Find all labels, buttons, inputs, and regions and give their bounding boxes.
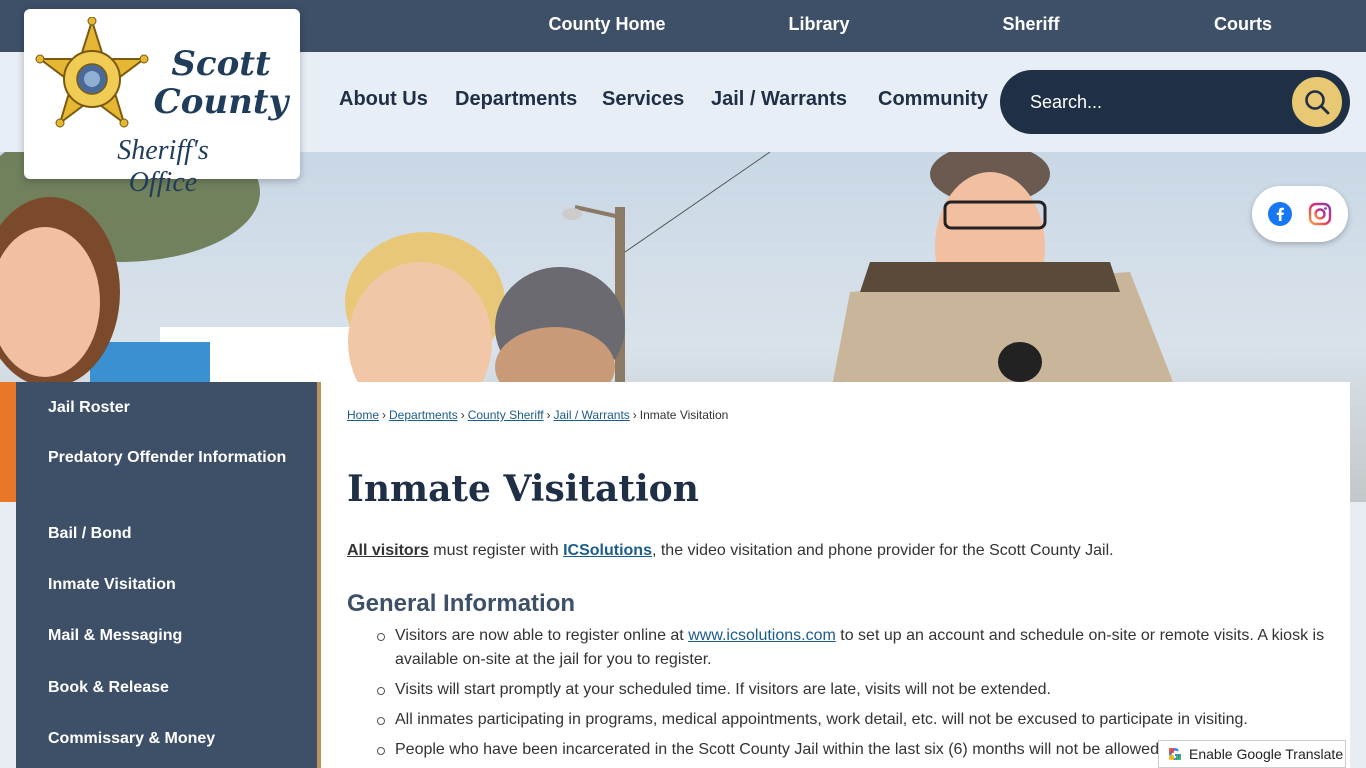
breadcrumb: Home › Departments › County Sheriff › Jail / W… bbox=[347, 408, 728, 422]
breadcrumb-separator: › bbox=[382, 408, 387, 422]
list-item: Visitors are now able to register online… bbox=[377, 624, 1327, 672]
nav-departments[interactable]: Departments bbox=[455, 88, 577, 111]
intro-text-2: , the video visitation and phone provide… bbox=[651, 542, 1114, 559]
intro-text-1: must register with bbox=[428, 542, 564, 559]
top-nav-county-home[interactable]: County Home bbox=[549, 14, 666, 35]
icsolutions-link[interactable]: ICSolutions bbox=[563, 542, 652, 559]
breadcrumb-separator: › bbox=[546, 408, 551, 422]
sidebar-item-predatory-offender[interactable]: Predatory Offender Information bbox=[48, 446, 298, 470]
nav-jail-warrants[interactable]: Jail / Warrants bbox=[711, 88, 847, 111]
breadcrumb-jail-warrants[interactable]: Jail / Warrants bbox=[554, 408, 630, 422]
sidebar-nav: Jail Roster Predatory Offender Informati… bbox=[16, 382, 321, 768]
sheriff-badge-icon bbox=[35, 17, 149, 128]
facebook-icon[interactable] bbox=[1268, 202, 1292, 226]
site-logo[interactable]: Scott County Sheriff's Office bbox=[24, 9, 300, 198]
top-nav-sheriff[interactable]: Sheriff bbox=[1002, 14, 1059, 35]
page-title: Inmate Visitation bbox=[347, 468, 699, 510]
main-content: Home › Departments › County Sheriff › Jail / W… bbox=[321, 382, 1350, 768]
breadcrumb-departments[interactable]: Departments bbox=[389, 408, 458, 422]
sidebar-item-commissary-money[interactable]: Commissary & Money bbox=[48, 727, 298, 751]
breadcrumb-current: Inmate Visitation bbox=[639, 408, 729, 422]
search-icon bbox=[1305, 90, 1330, 115]
search-button[interactable] bbox=[1290, 75, 1344, 129]
sidebar-item-bail-bond[interactable]: Bail / Bond bbox=[48, 522, 298, 546]
icsolutions-url-link[interactable]: www.icsolutions.com bbox=[688, 627, 836, 644]
google-translate-label: Enable Google Translate bbox=[1189, 746, 1344, 762]
breadcrumb-separator: › bbox=[632, 408, 637, 422]
logo-subtitle: Sheriff's Office bbox=[117, 135, 209, 198]
top-nav-courts[interactable]: Courts bbox=[1214, 14, 1272, 35]
all-visitors-link[interactable]: All visitors bbox=[347, 542, 429, 559]
intro-paragraph: All visitors must register with ICSoluti… bbox=[347, 542, 1114, 560]
social-links bbox=[1252, 186, 1348, 242]
list-item: Visits will start promptly at your sched… bbox=[377, 678, 1327, 702]
sidebar-item-mail-messaging[interactable]: Mail & Messaging bbox=[48, 624, 298, 648]
section-heading: General Information bbox=[347, 590, 576, 617]
list-item: All inmates participating in programs, m… bbox=[377, 708, 1327, 732]
nav-about-us[interactable]: About Us bbox=[339, 88, 428, 111]
breadcrumb-home[interactable]: Home bbox=[347, 408, 379, 422]
sidebar-item-inmate-visitation[interactable]: Inmate Visitation bbox=[48, 573, 298, 597]
nav-services[interactable]: Services bbox=[602, 88, 684, 111]
google-translate-icon bbox=[1167, 746, 1183, 762]
search-input[interactable] bbox=[1030, 86, 1270, 118]
sidebar-item-jail-roster[interactable]: Jail Roster bbox=[48, 396, 298, 420]
google-translate-button[interactable]: Enable Google Translate bbox=[1158, 740, 1346, 768]
logo-title: Scott County bbox=[153, 44, 289, 122]
nav-community[interactable]: Community bbox=[878, 88, 988, 111]
breadcrumb-separator: › bbox=[460, 408, 465, 422]
search-bar bbox=[1000, 70, 1350, 134]
top-nav-library[interactable]: Library bbox=[788, 14, 849, 35]
sidebar-item-book-release[interactable]: Book & Release bbox=[48, 676, 298, 700]
instagram-icon[interactable] bbox=[1308, 202, 1332, 226]
breadcrumb-county-sheriff[interactable]: County Sheriff bbox=[468, 408, 544, 422]
